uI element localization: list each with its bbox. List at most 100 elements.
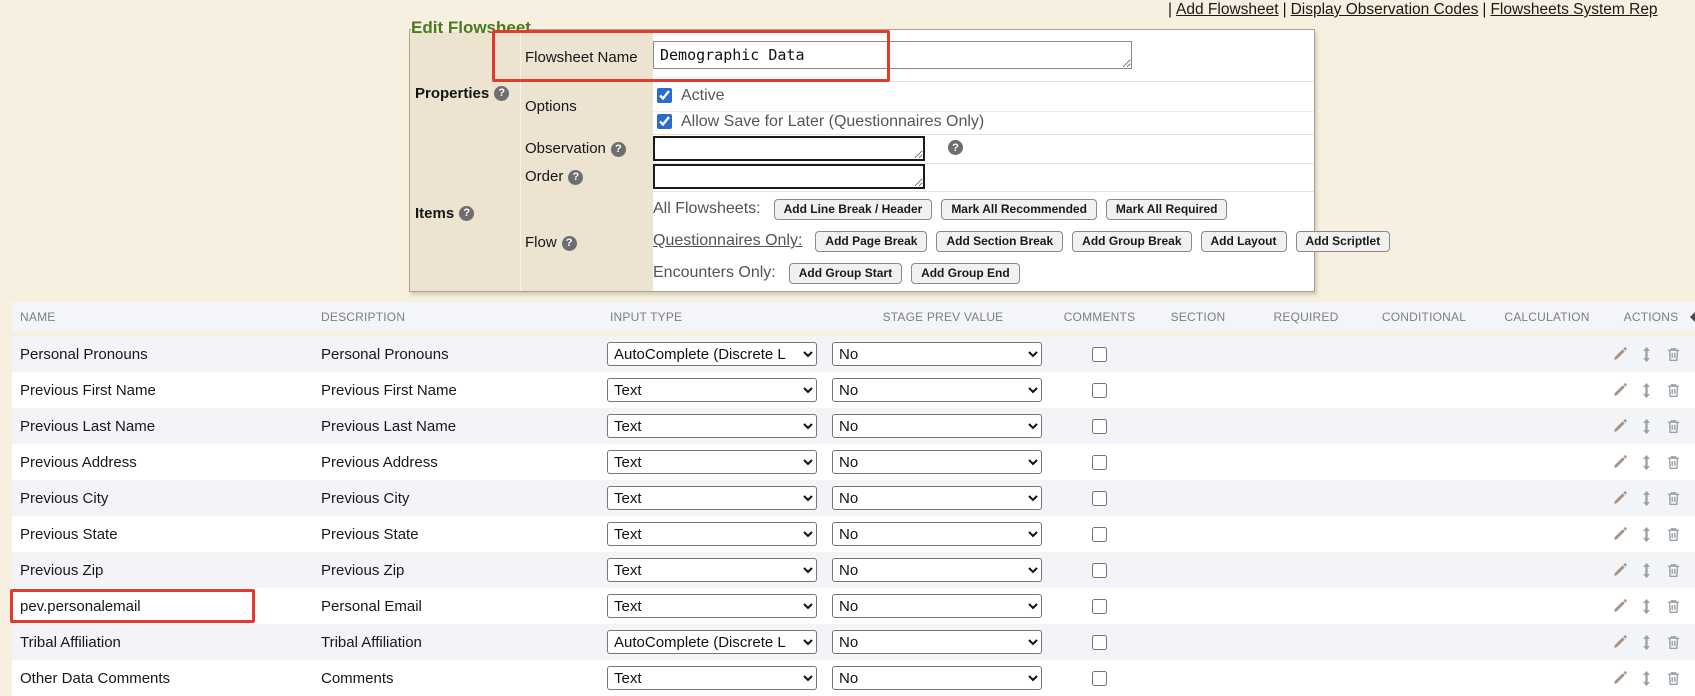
comments-checkbox[interactable] [1092,563,1107,578]
nav-link-flowsheets-system-rep[interactable]: Flowsheets System Rep [1490,1,1657,18]
add-line-break-header-button[interactable]: Add Line Break / Header [774,199,933,220]
observation-field-help-icon[interactable] [948,140,963,155]
delete-icon[interactable] [1665,598,1682,615]
move-icon[interactable] [1638,346,1655,363]
item-description: Tribal Affiliation [321,624,607,660]
comments-checkbox[interactable] [1092,599,1107,614]
edit-icon[interactable] [1611,490,1628,507]
allow-save-checkbox[interactable] [657,114,672,129]
input-type-select[interactable]: AutoComplete (Discrete L [607,342,817,366]
stage-prev-value-cell: No [832,516,1054,552]
edit-icon[interactable] [1611,634,1628,651]
flow-help-icon[interactable] [562,236,577,251]
move-icon[interactable] [1638,562,1655,579]
active-option-row: Active [657,87,725,104]
section-cell [1145,588,1251,624]
add-section-break-button[interactable]: Add Section Break [936,231,1063,252]
order-help-icon[interactable] [568,170,583,185]
flowsheet-name-input[interactable]: Demographic Data [653,41,1132,69]
move-icon[interactable] [1638,634,1655,651]
stage-prev-value-select[interactable]: No [832,414,1042,438]
stage-prev-value-select[interactable]: No [832,594,1042,618]
delete-icon[interactable] [1665,634,1682,651]
edit-icon[interactable] [1611,346,1628,363]
flow-group-label: Questionnaires Only: [653,232,802,250]
input-type-select[interactable]: Text [607,378,817,402]
stage-prev-value-select[interactable]: No [832,342,1042,366]
stage-prev-value-select[interactable]: No [832,486,1042,510]
move-icon[interactable] [1638,454,1655,471]
delete-icon[interactable] [1665,526,1682,543]
calculation-cell [1487,372,1607,408]
delete-icon[interactable] [1665,562,1682,579]
edit-icon[interactable] [1611,526,1628,543]
order-input[interactable] [653,164,925,189]
delete-icon[interactable] [1665,670,1682,687]
edit-icon[interactable] [1611,454,1628,471]
comments-checkbox[interactable] [1092,527,1107,542]
delete-icon[interactable] [1665,454,1682,471]
delete-icon[interactable] [1665,490,1682,507]
input-type-select[interactable]: Text [607,450,817,474]
conditional-cell [1361,588,1487,624]
nav-link-add-flowsheet[interactable]: Add Flowsheet [1176,1,1279,18]
add-group-end-button[interactable]: Add Group End [911,263,1020,284]
observation-input[interactable] [653,136,925,161]
stage-prev-value-select[interactable]: No [832,630,1042,654]
input-type-select[interactable]: Text [607,486,817,510]
move-icon[interactable] [1638,526,1655,543]
table-row-previous-last-name: Previous Last NamePrevious Last NameText… [12,408,1695,444]
stage-prev-value-select[interactable]: No [832,378,1042,402]
required-cell [1251,552,1361,588]
comments-checkbox[interactable] [1092,455,1107,470]
mark-all-required-button[interactable]: Mark All Required [1106,199,1228,220]
comments-checkbox[interactable] [1092,383,1107,398]
comments-checkbox[interactable] [1092,419,1107,434]
input-type-select[interactable]: AutoComplete (Discrete L [607,630,817,654]
stage-prev-value-select[interactable]: No [832,522,1042,546]
input-type-select[interactable]: Text [607,558,817,582]
comments-checkbox[interactable] [1092,671,1107,686]
delete-icon[interactable] [1665,382,1682,399]
stage-prev-value-select[interactable]: No [832,558,1042,582]
comments-checkbox[interactable] [1092,347,1107,362]
col-header-name: NAME [12,302,321,331]
delete-icon[interactable] [1665,418,1682,435]
flow-group-label: Encounters Only: [653,264,776,282]
edit-icon[interactable] [1611,562,1628,579]
comments-checkbox[interactable] [1092,491,1107,506]
stage-prev-value-select[interactable]: No [832,666,1042,690]
edit-icon[interactable] [1611,418,1628,435]
edit-icon[interactable] [1611,598,1628,615]
add-page-break-button[interactable]: Add Page Break [815,231,927,252]
edit-flowsheet-form: Properties Items Flowsheet Name Options … [409,29,1315,292]
move-icon[interactable] [1638,670,1655,687]
move-icon[interactable] [1638,418,1655,435]
active-checkbox[interactable] [657,88,672,103]
properties-help-icon[interactable] [494,86,509,101]
add-layout-button[interactable]: Add Layout [1201,231,1287,252]
input-type-select[interactable]: Text [607,522,817,546]
add-group-break-button[interactable]: Add Group Break [1072,231,1191,252]
add-scriptlet-button[interactable]: Add Scriptlet [1296,231,1391,252]
col-header-actions: ACTIONS [1607,302,1695,331]
delete-icon[interactable] [1665,346,1682,363]
nav-link-display-observation-codes[interactable]: Display Observation Codes [1291,1,1479,18]
move-icon[interactable] [1638,490,1655,507]
stage-prev-value-select[interactable]: No [832,450,1042,474]
edit-icon[interactable] [1611,382,1628,399]
input-type-select[interactable]: Text [607,594,817,618]
observation-label-help-icon[interactable] [611,142,626,157]
add-group-start-button[interactable]: Add Group Start [789,263,902,284]
calculation-cell [1487,624,1607,660]
input-type-select[interactable]: Text [607,666,817,690]
conditional-cell [1361,336,1487,372]
items-help-icon[interactable] [459,206,474,221]
input-type-select[interactable]: Text [607,414,817,438]
edit-icon[interactable] [1611,670,1628,687]
move-icon[interactable] [1638,382,1655,399]
move-icon[interactable] [1638,598,1655,615]
comments-checkbox[interactable] [1092,635,1107,650]
allow-save-option-row: Allow Save for Later (Questionnaires Onl… [657,113,984,130]
mark-all-recommended-button[interactable]: Mark All Recommended [941,199,1097,220]
